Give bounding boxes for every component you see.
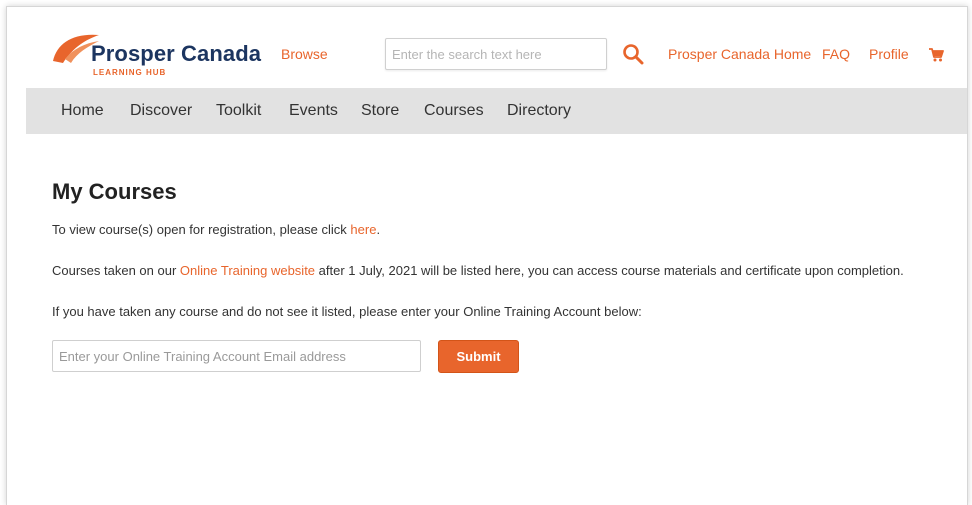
nav-item-home[interactable]: Home: [61, 102, 104, 120]
faq-link[interactable]: FAQ: [822, 46, 850, 62]
page-title: My Courses: [52, 179, 177, 204]
account-instructions-text: If you have taken any course and do not …: [52, 304, 642, 319]
nav-item-directory[interactable]: Directory: [507, 102, 571, 120]
email-field[interactable]: [52, 340, 421, 372]
browser-page: Prosper Canada LEARNING HUB Browse Prosp…: [6, 6, 968, 505]
nav-item-discover[interactable]: Discover: [130, 102, 192, 120]
nav-item-events[interactable]: Events: [289, 102, 338, 120]
search-input[interactable]: [385, 38, 607, 70]
courses-info-after: after 1 July, 2021 will be listed here, …: [315, 263, 904, 278]
courses-info-before: Courses taken on our: [52, 263, 180, 278]
browse-link[interactable]: Browse: [281, 46, 328, 62]
prosper-canada-home-link[interactable]: Prosper Canada Home: [668, 46, 811, 62]
main-nav: Home Discover Toolkit Events Store Cours…: [26, 88, 967, 134]
profile-link[interactable]: Profile: [869, 46, 909, 62]
submit-button[interactable]: Submit: [438, 340, 519, 373]
nav-item-toolkit[interactable]: Toolkit: [216, 102, 261, 120]
registration-text-before: To view course(s) open for registration,…: [52, 222, 351, 237]
registration-text: To view course(s) open for registration,…: [52, 222, 380, 237]
search-icon[interactable]: [622, 43, 644, 65]
logo-title: Prosper Canada: [91, 41, 262, 66]
courses-info-text: Courses taken on our Online Training web…: [52, 263, 904, 278]
nav-item-courses[interactable]: Courses: [424, 102, 484, 120]
online-training-website-link[interactable]: Online Training website: [180, 263, 315, 278]
cart-icon[interactable]: [928, 47, 944, 63]
registration-here-link[interactable]: here: [350, 222, 376, 237]
logo-subtitle: LEARNING HUB: [93, 68, 167, 77]
site-logo[interactable]: Prosper Canada LEARNING HUB: [51, 29, 261, 79]
site-header: Prosper Canada LEARNING HUB Browse Prosp…: [7, 7, 967, 89]
registration-text-after: .: [376, 222, 381, 237]
nav-item-store[interactable]: Store: [361, 102, 399, 120]
